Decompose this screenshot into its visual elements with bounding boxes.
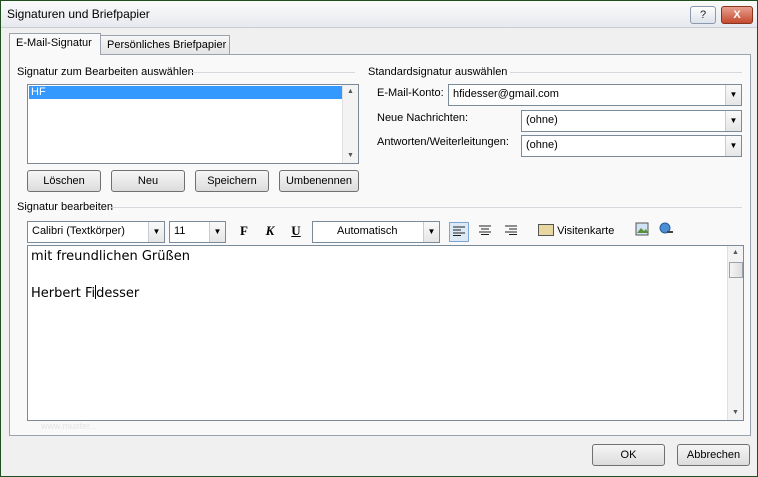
account-value: hfidesser@gmail.com bbox=[453, 88, 559, 100]
font-size-select[interactable]: 11 ▼ bbox=[169, 221, 226, 243]
divider bbox=[190, 72, 355, 73]
align-left-icon[interactable] bbox=[449, 222, 469, 242]
replies-select[interactable]: (ohne) ▼ bbox=[521, 135, 742, 157]
chevron-down-icon[interactable]: ▼ bbox=[725, 136, 741, 156]
scroll-down-icon[interactable]: ▼ bbox=[728, 406, 743, 420]
chevron-down-icon[interactable]: ▼ bbox=[423, 222, 439, 242]
font-size-value: 11 bbox=[174, 225, 186, 237]
tab-personal-stationery[interactable]: Persönliches Briefpapier bbox=[100, 35, 230, 55]
signature-editor[interactable]: mit freundlichen Grüßen Herbert Fidesser… bbox=[27, 245, 744, 421]
help-button[interactable]: ? bbox=[690, 6, 716, 24]
select-signature-heading: Signatur zum Bearbeiten auswählen bbox=[17, 66, 194, 78]
signature-line-greeting: mit freundlichen Grüßen bbox=[31, 249, 190, 264]
scroll-up-icon[interactable]: ▲ bbox=[728, 246, 743, 260]
ok-button[interactable]: OK bbox=[592, 444, 665, 466]
close-button[interactable]: X bbox=[721, 6, 753, 24]
name-part: desser bbox=[96, 286, 140, 301]
scroll-thumb[interactable] bbox=[729, 262, 743, 278]
list-item[interactable]: HF bbox=[29, 86, 342, 99]
signatures-dialog: Signaturen und Briefpapier ? X E-Mail-Si… bbox=[0, 0, 758, 477]
font-color-select[interactable]: Automatisch ▼ bbox=[312, 221, 440, 243]
hyperlink-icon[interactable] bbox=[658, 222, 676, 240]
italic-button[interactable]: K bbox=[262, 222, 278, 240]
signature-list[interactable]: HF ▲ ▼ bbox=[27, 84, 359, 164]
insert-picture-icon[interactable] bbox=[633, 222, 651, 240]
align-right-icon[interactable] bbox=[502, 222, 520, 240]
default-signature-heading: Standardsignatur auswählen bbox=[368, 66, 508, 78]
rename-button[interactable]: Umbenennen bbox=[279, 170, 359, 192]
cancel-button[interactable]: Abbrechen bbox=[677, 444, 750, 466]
tab-email-signature[interactable]: E-Mail-Signatur bbox=[9, 33, 101, 55]
window-title: Signaturen und Briefpapier bbox=[7, 7, 150, 21]
new-button[interactable]: Neu bbox=[111, 170, 185, 192]
scroll-up-icon[interactable]: ▲ bbox=[343, 85, 358, 99]
business-card-icon bbox=[538, 224, 554, 236]
title-bar: Signaturen und Briefpapier ? X bbox=[1, 1, 757, 28]
name-part: Herbert Fi bbox=[31, 286, 96, 301]
chevron-down-icon[interactable]: ▼ bbox=[725, 111, 741, 131]
divider bbox=[110, 207, 742, 208]
font-select[interactable]: Calibri (Textkörper) ▼ bbox=[27, 221, 165, 243]
signature-panel: Signatur zum Bearbeiten auswählen HF ▲ ▼… bbox=[9, 54, 751, 436]
align-center-icon[interactable] bbox=[476, 222, 494, 240]
font-value: Calibri (Textkörper) bbox=[32, 225, 125, 237]
business-card-button[interactable]: Visitenkarte bbox=[538, 222, 618, 240]
watermark: www.muster... bbox=[41, 421, 98, 431]
chevron-down-icon[interactable]: ▼ bbox=[148, 222, 164, 242]
new-messages-label: Neue Nachrichten: bbox=[377, 112, 469, 124]
scroll-down-icon[interactable]: ▼ bbox=[343, 149, 358, 163]
save-button[interactable]: Speichern bbox=[195, 170, 269, 192]
font-color-value: Automatisch bbox=[337, 225, 398, 237]
business-card-label: Visitenkarte bbox=[557, 225, 615, 237]
underline-button[interactable]: U bbox=[288, 222, 304, 240]
replies-value: (ohne) bbox=[526, 139, 558, 151]
delete-button[interactable]: Löschen bbox=[27, 170, 101, 192]
chevron-down-icon[interactable]: ▼ bbox=[209, 222, 225, 242]
signature-line-name: Herbert Fidesser bbox=[31, 285, 139, 301]
edit-signature-heading: Signatur bearbeiten bbox=[17, 201, 114, 213]
new-messages-select[interactable]: (ohne) ▼ bbox=[521, 110, 742, 132]
account-select[interactable]: hfidesser@gmail.com ▼ bbox=[448, 84, 742, 106]
account-label: E-Mail-Konto: bbox=[377, 87, 444, 99]
chevron-down-icon[interactable]: ▼ bbox=[725, 85, 741, 105]
divider bbox=[510, 72, 742, 73]
new-messages-value: (ohne) bbox=[526, 114, 558, 126]
editor-scrollbar[interactable]: ▲ ▼ bbox=[727, 246, 743, 420]
bold-button[interactable]: F bbox=[236, 222, 252, 240]
list-scrollbar[interactable]: ▲ ▼ bbox=[342, 85, 358, 163]
replies-label: Antworten/Weiterleitungen: bbox=[377, 136, 509, 148]
